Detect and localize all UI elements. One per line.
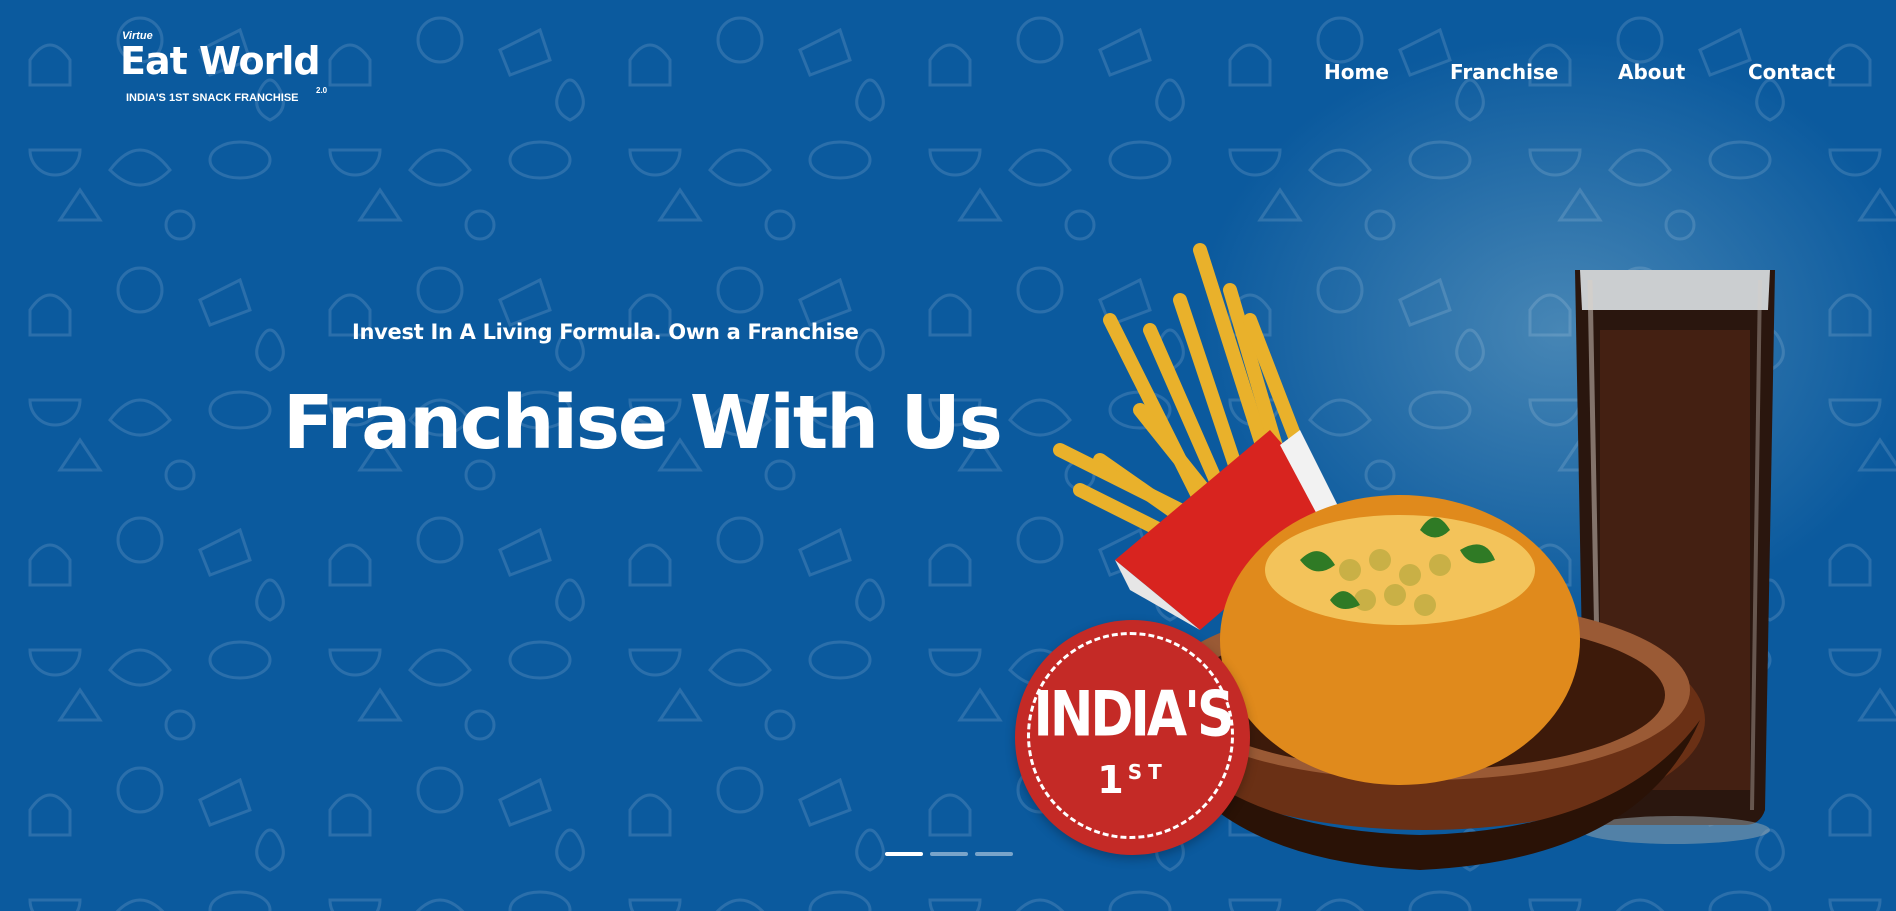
indias-first-badge: INDIA'S 1 ST [1015, 620, 1250, 855]
badge-suffix: ST [1127, 760, 1168, 784]
nav-franchise-link[interactable]: Franchise [1450, 60, 1558, 84]
logo-brand-name: Eat World [120, 39, 321, 83]
hero-title: Franchise With Us [283, 380, 1003, 466]
badge-line-1: INDIA'S [1033, 679, 1235, 751]
logo-version: 2.0 [316, 86, 328, 95]
nav-contact-link[interactable]: Contact [1748, 60, 1835, 84]
hero-banner: Virtue Eat World 2.0 INDIA'S 1ST SNACK F… [0, 0, 1896, 911]
main-nav: Home Franchise About Contact [1300, 60, 1840, 90]
slider-indicators [885, 852, 1015, 858]
nav-home-link[interactable]: Home [1324, 60, 1389, 84]
nav-about-link[interactable]: About [1618, 60, 1685, 84]
logo-tagline: INDIA'S 1ST SNACK FRANCHISE [126, 92, 299, 104]
badge-number: 1 [1097, 758, 1124, 802]
hero-subtitle: Invest In A Living Formula. Own a Franch… [352, 320, 859, 344]
slider-dot-1[interactable] [885, 852, 923, 856]
slider-dot-3[interactable] [975, 852, 1013, 856]
slider-dot-2[interactable] [930, 852, 968, 856]
badge-line-2: 1 ST [1015, 758, 1250, 802]
site-logo[interactable]: Virtue Eat World 2.0 INDIA'S 1ST SNACK F… [120, 30, 340, 110]
